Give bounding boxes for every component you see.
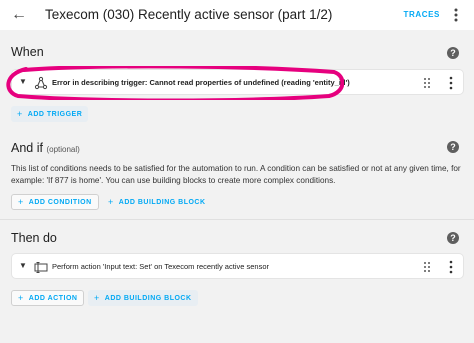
chevron-down-icon[interactable]: ▼ xyxy=(18,261,28,271)
then-do-help-icon[interactable]: ? xyxy=(447,232,459,244)
plus-icon: + xyxy=(18,197,24,207)
top-app-bar: ← Texecom (030) Recently active sensor (… xyxy=(0,0,474,30)
traces-button[interactable]: TRACES xyxy=(404,10,441,19)
add-condition-label: ADD CONDITION xyxy=(28,198,92,206)
drag-handle-icon[interactable] xyxy=(423,77,431,89)
page-title: Texecom (030) Recently active sensor (pa… xyxy=(45,7,333,22)
optional-label: (optional) xyxy=(46,145,80,154)
add-building-block-label: ADD BUILDING BLOCK xyxy=(118,198,206,206)
trigger-card[interactable]: ▼ Error in describing trigger: Cannot re… xyxy=(11,69,464,95)
plus-icon: + xyxy=(17,109,23,119)
add-condition-button[interactable]: + ADD CONDITION xyxy=(11,194,99,210)
add-building-block-action-button[interactable]: + ADD BUILDING BLOCK xyxy=(88,290,198,306)
trigger-graph-icon xyxy=(34,76,48,90)
add-action-label: ADD ACTION xyxy=(28,294,78,302)
add-building-block-button[interactable]: + ADD BUILDING BLOCK xyxy=(102,194,212,210)
plus-icon: + xyxy=(108,197,114,207)
action-card[interactable]: ▼ Perform action 'Input text: Set' on Te… xyxy=(11,253,464,279)
drag-handle-icon[interactable] xyxy=(423,261,431,273)
and-if-help-icon[interactable]: ? xyxy=(447,141,459,153)
input-text-icon xyxy=(34,262,48,273)
then-do-heading: Then do xyxy=(11,231,57,245)
and-if-heading: And if (optional) xyxy=(11,141,80,155)
plus-icon: + xyxy=(18,293,24,303)
when-help-icon[interactable]: ? xyxy=(447,47,459,59)
conditions-description: This list of conditions needs to be sati… xyxy=(11,164,461,185)
add-building-block-action-label: ADD BUILDING BLOCK xyxy=(104,294,192,302)
overflow-menu-icon[interactable] xyxy=(448,7,464,23)
and-if-title: And if xyxy=(11,141,43,155)
trigger-description: Error in describing trigger: Cannot read… xyxy=(52,78,350,87)
add-trigger-button[interactable]: + ADD TRIGGER xyxy=(11,106,89,122)
plus-icon: + xyxy=(94,293,100,303)
add-action-button[interactable]: + ADD ACTION xyxy=(11,290,85,306)
when-heading: When xyxy=(11,45,44,59)
action-description: Perform action 'Input text: Set' on Texe… xyxy=(52,262,269,271)
section-divider xyxy=(0,219,474,220)
add-trigger-label: ADD TRIGGER xyxy=(27,110,83,118)
chevron-down-icon[interactable]: ▼ xyxy=(18,77,28,87)
trigger-menu-icon[interactable] xyxy=(448,76,454,90)
back-arrow-icon[interactable]: ← xyxy=(10,6,28,24)
action-menu-icon[interactable] xyxy=(448,260,454,274)
